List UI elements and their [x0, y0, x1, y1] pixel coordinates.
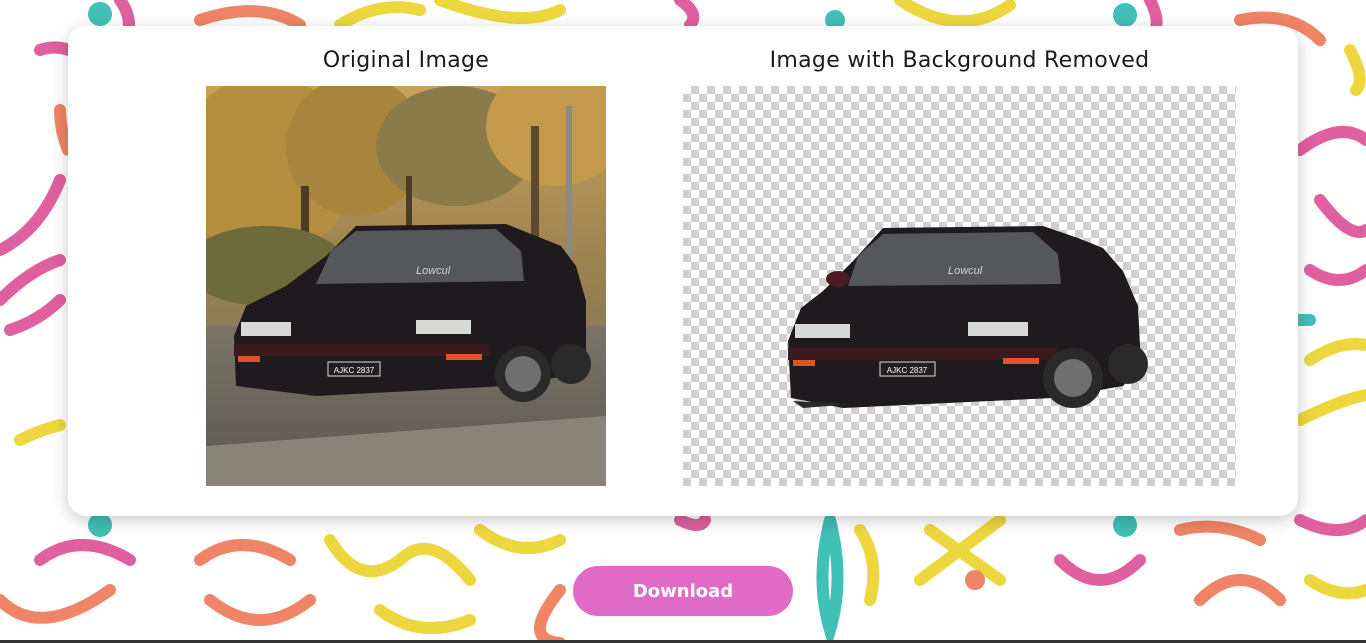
windshield-text-original: Lowcul	[416, 265, 451, 277]
removed-background-title: Image with Background Removed	[769, 48, 1150, 73]
original-image-title: Original Image	[322, 48, 490, 73]
license-plate-removed: AJKC 2837	[887, 366, 928, 375]
license-plate-original: AJKC 2837	[334, 366, 375, 375]
result-card: Original Image Image with Background Rem…	[68, 26, 1298, 516]
background-removed-image: AJKC 2837 Lowcul	[683, 86, 1236, 486]
original-image: AJKC 2837 Lowcul	[206, 86, 606, 486]
windshield-text-removed: Lowcul	[948, 265, 983, 277]
download-button[interactable]: Download	[573, 566, 793, 616]
